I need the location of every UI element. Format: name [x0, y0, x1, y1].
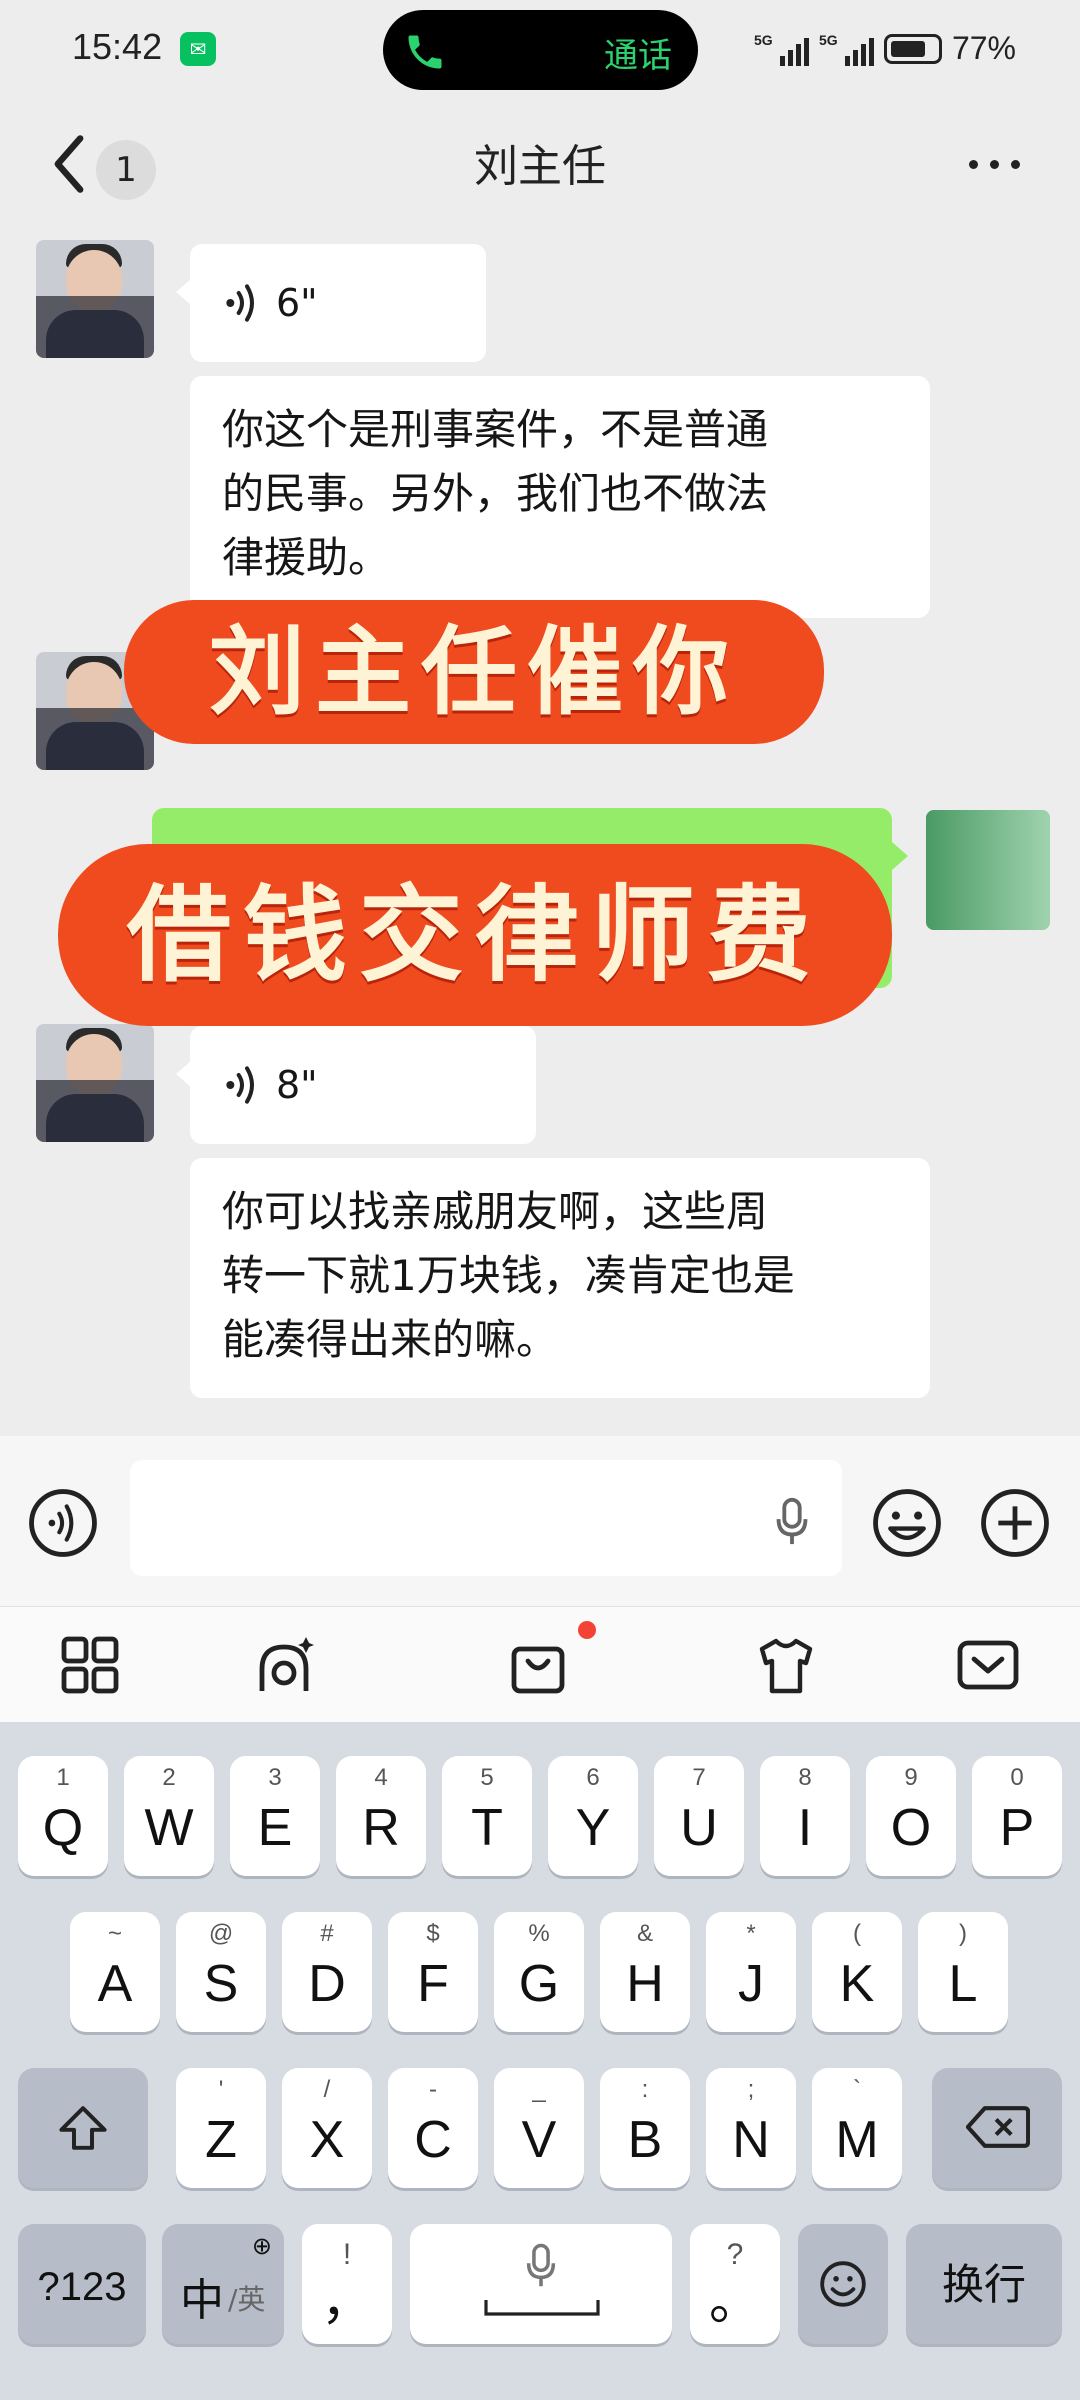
globe-icon: ⊕ [251, 2232, 272, 2260]
voice-duration: 8" [276, 1063, 318, 1107]
microphone-icon [526, 2243, 556, 2287]
overlay-caption-2: 借钱交律师费 [58, 844, 892, 1026]
notification-dot [578, 1621, 596, 1639]
key-c[interactable]: -C [388, 2068, 478, 2188]
key-f[interactable]: $ F [388, 1912, 478, 2032]
period-key[interactable]: ?。 [690, 2224, 780, 2344]
key-d[interactable]: # D [282, 1912, 372, 2032]
voice-duration: 6" [276, 281, 318, 325]
contact-avatar[interactable] [36, 240, 154, 358]
language-switch-key[interactable]: ⊕ 中 /英 [162, 2224, 284, 2344]
key-w[interactable]: 2W [124, 1756, 214, 1876]
status-time: 15:42 [72, 26, 163, 67]
key-n[interactable]: ; N [706, 2068, 796, 2188]
chat-title: 刘主任 [474, 141, 606, 192]
enter-key[interactable]: 换行 [906, 2224, 1062, 2344]
key-a[interactable]: ~ A [70, 1912, 160, 2032]
signal-icon-2: 5G [819, 32, 874, 66]
signal-icon: 5G [754, 32, 809, 66]
shopping-bag-icon[interactable] [506, 1633, 570, 1697]
key-t[interactable]: 5T [442, 1756, 532, 1876]
message-line: 你这个是刑事案件，不是普通 [222, 405, 769, 454]
message-line: 你可以找亲戚朋友啊，这些周 [222, 1187, 769, 1236]
key-p[interactable]: 0P [972, 1756, 1062, 1876]
voice-message[interactable]: 6" [176, 244, 486, 362]
key-b[interactable]: :B [600, 2068, 690, 2188]
key-x[interactable]: / X [282, 2068, 372, 2188]
keyboard-toolbar [0, 1606, 1080, 1722]
text-message[interactable]: 你这个是刑事案件，不是普通 的民事。另外，我们也不做法 律援助。 [190, 376, 930, 618]
key-q[interactable]: 1Q [18, 1756, 108, 1876]
emoji-icon[interactable] [870, 1486, 944, 1560]
key-s[interactable]: @ S [176, 1912, 266, 2032]
text-message[interactable]: 你可以找亲戚朋友啊，这些周 转一下就1万块钱，凑肯定也是 能凑得出来的嘛。 [190, 1158, 930, 1398]
key-u[interactable]: 7U [654, 1756, 744, 1876]
ai-assistant-icon[interactable] [254, 1633, 318, 1697]
key-o[interactable]: 9O [866, 1756, 956, 1876]
phone-icon [408, 35, 442, 69]
key-v[interactable]: _ V [494, 2068, 584, 2188]
space-key[interactable] [410, 2224, 672, 2344]
message-line: 的民事。另外，我们也不做法 [222, 469, 769, 518]
status-indicators: 5G 5G 77% [754, 30, 1016, 67]
message-line: 律援助。 [222, 533, 391, 582]
message-line: 转一下就1万块钱，凑肯定也是 [222, 1251, 795, 1300]
wechat-notification-icon: ✉ [180, 32, 216, 66]
battery-icon [883, 33, 942, 64]
key-i[interactable]: 8I [760, 1756, 850, 1876]
voice-wave-icon [226, 1066, 254, 1104]
battery-percent: 77% [951, 30, 1016, 66]
voice-wave-icon [226, 284, 254, 322]
plus-icon[interactable] [978, 1486, 1052, 1560]
message-line: 能凑得出来的嘛。 [222, 1315, 559, 1364]
voice-input-toggle-icon[interactable] [26, 1486, 100, 1560]
shift-key[interactable] [18, 2068, 148, 2188]
key-z[interactable]: ' Z [176, 2068, 266, 2188]
comma-key[interactable]: !， [302, 2224, 392, 2344]
key-g[interactable]: % G [494, 1912, 584, 2032]
backspace-key[interactable] [932, 2068, 1062, 2188]
contact-avatar[interactable] [36, 1024, 154, 1142]
call-pill[interactable]: 通话 [383, 10, 698, 90]
status-bar: 15:42 ✉ 通话 5G 5G 77% [0, 0, 1080, 100]
key-r[interactable]: 4R [336, 1756, 426, 1876]
emoji-key[interactable] [798, 2224, 888, 2344]
voice-message[interactable]: 8" [176, 1026, 536, 1144]
self-avatar[interactable] [926, 810, 1050, 930]
soft-keyboard: 1Q 2W 3E 4R 5T 6Y 7U 8I 9O 0P ~ A @ S # D $… [0, 1722, 1080, 2400]
microphone-icon[interactable] [772, 1496, 812, 1546]
input-bar [0, 1436, 1080, 1606]
call-label: 通话 [604, 36, 672, 76]
chat-header: 1 刘主任 [0, 100, 1080, 230]
space-bar-icon [484, 2300, 600, 2316]
collapse-keyboard-icon[interactable] [956, 1633, 1020, 1697]
key-k[interactable]: (K [812, 1912, 902, 2032]
key-e[interactable]: 3E [230, 1756, 320, 1876]
apps-grid-icon[interactable] [58, 1633, 122, 1697]
message-input[interactable] [130, 1460, 842, 1576]
key-l[interactable]: ) L [918, 1912, 1008, 2032]
emoji-icon [820, 2261, 866, 2307]
key-y[interactable]: 6Y [548, 1756, 638, 1876]
key-j[interactable]: * J [706, 1912, 796, 2032]
key-h[interactable]: & H [600, 1912, 690, 2032]
symbols-key[interactable]: ?123 [18, 2224, 146, 2344]
backspace-icon [966, 2106, 1030, 2148]
overlay-caption-1: 刘主任催你 [124, 600, 824, 744]
key-m[interactable]: ` M [812, 2068, 902, 2188]
shift-icon [59, 2106, 107, 2150]
more-options-icon[interactable] [969, 160, 1020, 169]
clothing-icon[interactable] [754, 1633, 818, 1697]
